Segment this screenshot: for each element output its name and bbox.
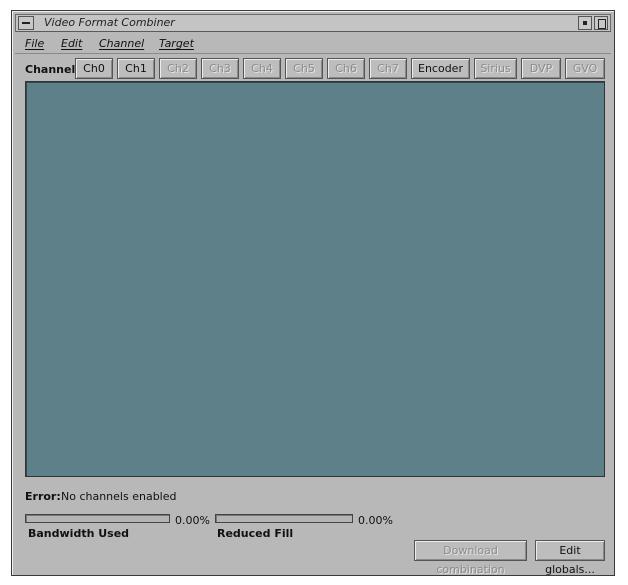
bandwidth-used-value: 0.00% [175,514,210,527]
reduced-fill-label: Reduced Fill [217,527,294,540]
error-label: Error: [25,490,61,503]
download-combination-button[interactable]: Download combination [414,540,527,576]
channel-button-ch1[interactable]: Ch1 [117,58,155,79]
channel-button-ch0[interactable]: Ch0 [75,58,113,79]
channel-button-ch2[interactable]: Ch2 [159,58,197,79]
menu-target[interactable]: Target [159,37,194,50]
channel-button-ch7[interactable]: Ch7 [369,58,407,79]
bandwidth-used-bar [25,514,170,523]
bandwidth-used-label: Bandwidth Used [28,527,130,540]
menu-file[interactable]: File [25,37,44,50]
combination-canvas[interactable] [25,81,605,477]
minimize-icon[interactable] [578,16,592,30]
channel-label: Channel: [25,63,80,76]
title-bar[interactable]: Video Format Combiner [15,14,611,32]
channel-button-ch6[interactable]: Ch6 [327,58,365,79]
menu-channel[interactable]: Channel [99,37,144,50]
error-message: No channels enabled [61,490,177,503]
reduced-fill-value: 0.00% [358,514,393,527]
channel-button-dvp[interactable]: DVP [521,58,561,79]
channel-button-ch3[interactable]: Ch3 [201,58,239,79]
channel-button-gvo[interactable]: GVO [565,58,605,79]
channel-button-ch4[interactable]: Ch4 [243,58,281,79]
menu-edit[interactable]: Edit [61,37,82,50]
channel-button-ch5[interactable]: Ch5 [285,58,323,79]
channel-button-sirius[interactable]: Sirius [474,58,517,79]
edit-globals-button[interactable]: Edit globals... [535,540,605,576]
window-menu-icon[interactable] [18,16,34,30]
app-window: Video Format Combiner File Edit Channel … [11,10,615,576]
menu-bar: File Edit Channel Target [15,34,611,54]
reduced-fill-bar [215,514,353,523]
window-title: Video Format Combiner [44,16,175,29]
maximize-icon[interactable] [594,16,608,30]
channel-button-encoder[interactable]: Encoder [411,58,470,79]
